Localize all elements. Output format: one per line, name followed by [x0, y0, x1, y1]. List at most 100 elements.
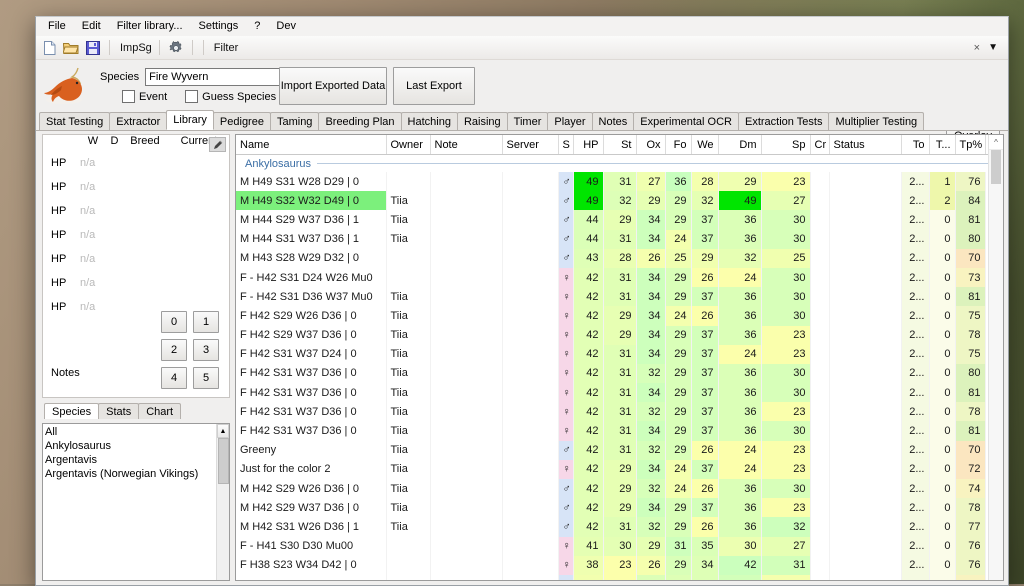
- column-header-t[interactable]: T...: [929, 135, 955, 155]
- library-grid[interactable]: NameOwnerNoteServerSHPStOxFoWeDmSpCrStat…: [235, 134, 1004, 581]
- tab-breeding-plan[interactable]: Breeding Plan: [318, 112, 401, 130]
- species-listbox[interactable]: AllAnkylosaurusArgentavisArgentavis (Nor…: [42, 423, 230, 581]
- column-header-owner[interactable]: Owner: [386, 135, 430, 155]
- table-row[interactable]: M H37 S23 W34 D39 | 0♂372331283439242...…: [236, 575, 1004, 581]
- gear-icon[interactable]: [167, 39, 185, 57]
- table-row[interactable]: M H42 S29 W26 D36 | 0Tiia♂42293224263630…: [236, 479, 1004, 498]
- column-header-status[interactable]: Status: [829, 135, 901, 155]
- column-header-name[interactable]: Name: [236, 135, 386, 155]
- filter-clear-icon[interactable]: ×: [974, 42, 980, 54]
- column-header-tp[interactable]: Tp%: [955, 135, 985, 155]
- table-row[interactable]: F H42 S31 W37 D36 | 0Tiia♀42313229373630…: [236, 364, 1004, 383]
- column-header-cr[interactable]: Cr: [810, 135, 829, 155]
- table-row[interactable]: F H42 S29 W26 D36 | 0Tiia♀42293424263630…: [236, 306, 1004, 325]
- color-region-button-4[interactable]: 4: [161, 367, 187, 389]
- listbox-scrollbar[interactable]: ▲: [216, 424, 229, 580]
- column-header-s[interactable]: S: [558, 135, 573, 155]
- column-header-to[interactable]: To: [901, 135, 929, 155]
- color-region-button-5[interactable]: 5: [193, 367, 219, 389]
- cell-st: 29: [603, 306, 636, 325]
- column-header-server[interactable]: Server: [502, 135, 558, 155]
- color-region-button-1[interactable]: 1: [193, 311, 219, 333]
- table-row[interactable]: F H42 S29 W37 D36 | 0Tiia♀42293429373623…: [236, 326, 1004, 345]
- table-row[interactable]: M H44 S29 W37 D36 | 1Tiia♂44293429373630…: [236, 210, 1004, 229]
- table-row[interactable]: M H42 S31 W26 D36 | 1Tiia♂42313229263632…: [236, 517, 1004, 536]
- menu-item-file[interactable]: File: [40, 18, 74, 35]
- species-list[interactable]: AllAnkylosaurusArgentavisArgentavis (Nor…: [43, 424, 229, 481]
- table-row[interactable]: F H42 S31 W37 D36 | 0Tiia♀42313229373623…: [236, 402, 1004, 421]
- scrollbar-thumb[interactable]: [218, 438, 229, 484]
- column-header-ox[interactable]: Ox: [636, 135, 665, 155]
- menu-item-edit[interactable]: Edit: [74, 18, 109, 35]
- table-row[interactable]: M H43 S28 W29 D32 | 0♂432826252932252...…: [236, 249, 1004, 268]
- tab-library[interactable]: Library: [166, 110, 214, 130]
- column-header-fo[interactable]: Fo: [665, 135, 691, 155]
- table-row[interactable]: F H42 S31 W37 D36 | 0Tiia♀42313429373630…: [236, 383, 1004, 402]
- table-row[interactable]: M H44 S31 W37 D36 | 1Tiia♂44313424373630…: [236, 230, 1004, 249]
- tab-player[interactable]: Player: [547, 112, 592, 130]
- tab-timer[interactable]: Timer: [507, 112, 549, 130]
- color-region-button-2[interactable]: 2: [161, 339, 187, 361]
- lower-tab-stats[interactable]: Stats: [98, 403, 139, 419]
- tab-extraction-tests[interactable]: Extraction Tests: [738, 112, 829, 130]
- table-row[interactable]: M H42 S29 W37 D36 | 0Tiia♂42293429373623…: [236, 498, 1004, 517]
- menu-item-settings[interactable]: Settings: [191, 18, 247, 35]
- tab-stat-testing[interactable]: Stat Testing: [39, 112, 110, 130]
- table-row[interactable]: M H49 S31 W28 D29 | 0♂493127362829232...…: [236, 172, 1004, 191]
- species-list-item[interactable]: Argentavis (Norwegian Vikings): [45, 467, 229, 481]
- tab-pedigree[interactable]: Pedigree: [213, 112, 271, 130]
- tab-notes[interactable]: Notes: [592, 112, 635, 130]
- table-row[interactable]: Just for the color 2Tiia♀422934243724232…: [236, 460, 1004, 479]
- menu-item-dev[interactable]: Dev: [268, 18, 304, 35]
- new-file-icon[interactable]: [40, 39, 58, 57]
- chevron-down-icon[interactable]: ▼: [988, 42, 998, 53]
- tab-hatching[interactable]: Hatching: [401, 112, 458, 130]
- column-header-note[interactable]: Note: [430, 135, 502, 155]
- menu-item-filter-library[interactable]: Filter library...: [109, 18, 191, 35]
- scroll-up-icon[interactable]: ▲: [217, 424, 229, 438]
- cell-st: 29: [603, 326, 636, 345]
- species-input[interactable]: [145, 68, 293, 86]
- table-row[interactable]: F - H41 S30 D30 Mu00♀413029313530272...0…: [236, 537, 1004, 556]
- open-folder-icon[interactable]: [62, 39, 80, 57]
- lower-tab-species[interactable]: Species: [44, 403, 99, 419]
- tab-taming[interactable]: Taming: [270, 112, 319, 130]
- last-export-button[interactable]: Last Export: [393, 67, 475, 105]
- scroll-up-icon[interactable]: ^: [989, 135, 1003, 150]
- table-row[interactable]: F - H42 S31 D36 W37 Mu0Tiia♀423134293736…: [236, 287, 1004, 306]
- pencil-icon[interactable]: [209, 137, 226, 152]
- tab-raising[interactable]: Raising: [457, 112, 508, 130]
- table-row[interactable]: F - H42 S31 D24 W26 Mu0♀423134292624302.…: [236, 268, 1004, 287]
- menu-item-help[interactable]: ?: [246, 18, 268, 35]
- scrollbar-thumb[interactable]: [991, 150, 1001, 184]
- tab-extractor[interactable]: Extractor: [109, 112, 167, 130]
- column-header-sp[interactable]: Sp: [761, 135, 810, 155]
- cell-server: [502, 575, 558, 581]
- color-region-button-3[interactable]: 3: [193, 339, 219, 361]
- table-row[interactable]: GreenyTiia♂423132292624232...07020: [236, 441, 1004, 460]
- species-list-item[interactable]: Ankylosaurus: [45, 439, 229, 453]
- species-list-item[interactable]: Argentavis: [45, 453, 229, 467]
- table-row[interactable]: M H49 S32 W32 D49 | 0Tiia♂49322929324927…: [236, 191, 1004, 210]
- column-header-hp[interactable]: HP: [573, 135, 603, 155]
- lower-tab-chart[interactable]: Chart: [138, 403, 181, 419]
- save-disk-icon[interactable]: [84, 39, 102, 57]
- impsg-button[interactable]: ImpSg: [120, 42, 152, 54]
- checkbox-box[interactable]: [122, 90, 135, 103]
- event-checkbox[interactable]: Event: [122, 90, 167, 103]
- checkbox-box[interactable]: [185, 90, 198, 103]
- tab-experimental-ocr[interactable]: Experimental OCR: [633, 112, 739, 130]
- column-header-st[interactable]: St: [603, 135, 636, 155]
- species-list-item[interactable]: All: [45, 425, 229, 439]
- import-exported-data-button[interactable]: Import Exported Data: [279, 67, 387, 105]
- grid-scrollbar[interactable]: ^: [988, 135, 1003, 580]
- table-row[interactable]: F H42 S31 W37 D36 | 0Tiia♀42313429373630…: [236, 421, 1004, 440]
- table-row[interactable]: F H38 S23 W34 D42 | 0♀382326293442312...…: [236, 556, 1004, 575]
- tab-multiplier-testing[interactable]: Multiplier Testing: [828, 112, 924, 130]
- cell-s: ♀: [558, 402, 573, 421]
- color-region-button-0[interactable]: 0: [161, 311, 187, 333]
- table-row[interactable]: F H42 S31 W37 D24 | 0Tiia♀42313429372423…: [236, 345, 1004, 364]
- column-header-dm[interactable]: Dm: [718, 135, 761, 155]
- column-header-we[interactable]: We: [691, 135, 718, 155]
- guess-species-checkbox[interactable]: Guess Species: [185, 90, 276, 103]
